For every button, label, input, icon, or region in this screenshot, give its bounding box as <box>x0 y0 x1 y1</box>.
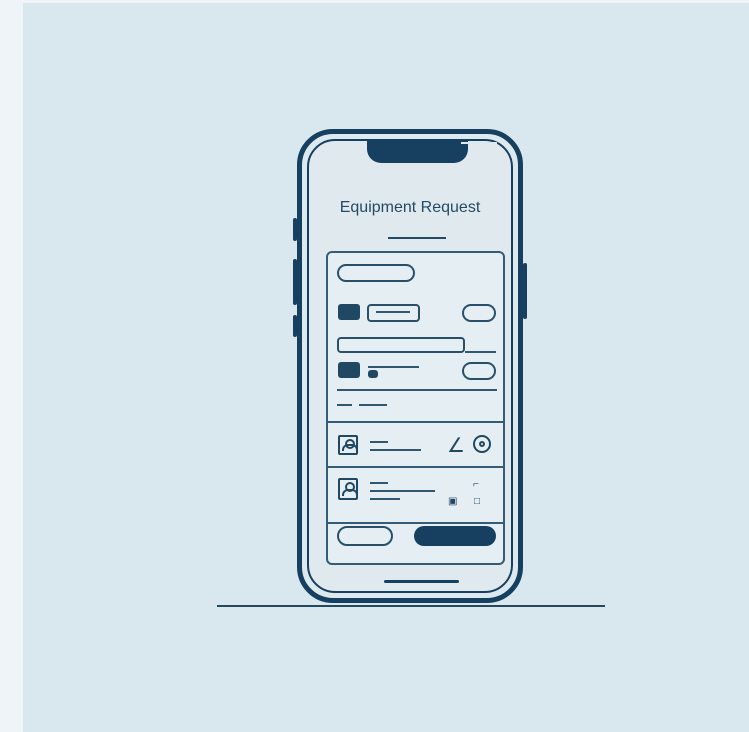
illustration-canvas: Equipment Request ∠ ⌐ ▣ □ <box>23 3 749 732</box>
scan-icon[interactable]: ⌐ <box>473 480 479 490</box>
list-line <box>370 482 388 484</box>
home-indicator[interactable] <box>384 580 459 583</box>
phone-notch <box>367 139 497 163</box>
submit-button[interactable] <box>414 526 496 546</box>
section-divider <box>328 466 503 468</box>
equipment-type-line <box>376 311 410 313</box>
short-line <box>359 404 387 406</box>
equipment-type-field[interactable] <box>367 304 420 322</box>
priority-toggle[interactable] <box>462 362 496 380</box>
edit-icon[interactable]: ∠ <box>447 436 465 456</box>
mini-box-icon[interactable]: ▣ <box>448 497 457 507</box>
section-line <box>337 389 497 391</box>
section-divider <box>328 421 503 423</box>
phone-side-button <box>293 315 297 337</box>
list-line <box>370 441 388 443</box>
equipment-request-form: ∠ ⌐ ▣ □ <box>326 251 505 565</box>
cancel-button[interactable] <box>337 526 393 546</box>
phone-screen: Equipment Request ∠ ⌐ ▣ □ <box>307 139 513 593</box>
request-details-field[interactable] <box>337 337 465 353</box>
phone-side-button <box>523 263 527 319</box>
target-icon[interactable] <box>473 435 491 453</box>
list-line <box>370 490 435 492</box>
short-line <box>337 404 352 406</box>
priority-marker-icon <box>368 370 378 378</box>
phone-frame: Equipment Request ∠ ⌐ ▣ □ <box>293 129 527 603</box>
list-line <box>370 449 421 451</box>
phone-side-button <box>293 218 297 241</box>
phone-speaker <box>461 142 497 144</box>
mini-square-icon[interactable]: □ <box>474 497 480 507</box>
search-input[interactable] <box>337 264 415 282</box>
phone-side-button <box>293 259 297 305</box>
section-divider <box>328 522 503 524</box>
list-line <box>370 498 400 500</box>
document-icon <box>338 478 358 500</box>
priority-icon <box>338 362 360 378</box>
screen-title: Equipment Request <box>339 199 481 216</box>
request-details-tail-line <box>465 351 496 353</box>
toggle-pill[interactable] <box>462 304 496 322</box>
title-underline <box>388 237 446 239</box>
category-icon <box>338 304 360 320</box>
profile-icon <box>338 435 358 455</box>
priority-line <box>368 366 419 368</box>
ground-line <box>217 605 605 607</box>
